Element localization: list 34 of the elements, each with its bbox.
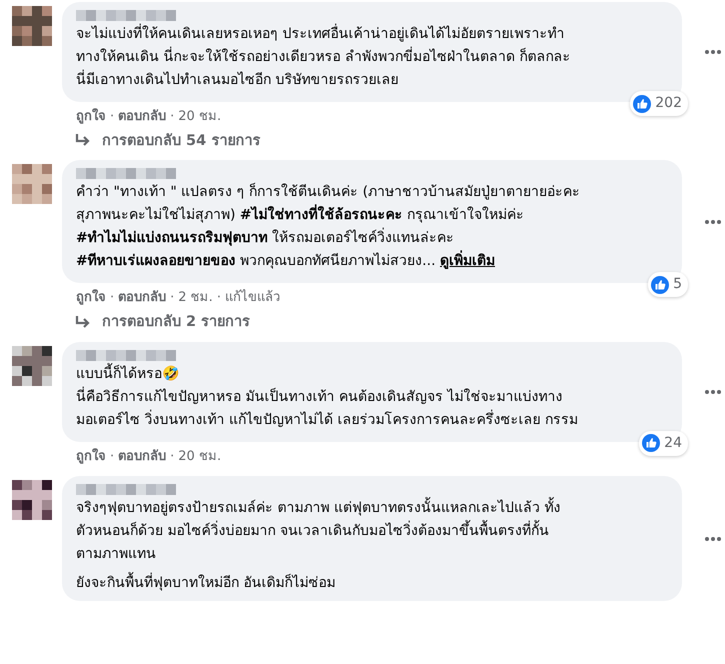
- separator-dot: ·: [110, 448, 114, 466]
- action-link[interactable]: ตอบกลับ: [118, 107, 166, 126]
- comment-text: จะไม่แบ่งที่ให้คนเดินเลยหรอเหอๆ ประเทศอื่นเค้าน่าอยู่เดินได้ไม่อัยตรายเพราะทำ ทางให้คนเดิน นี่กะจะให้ใช้รถอย่างเดียวหรอ ลำพังพวกขี่มอไซฝ่าในตลาด ก็ตลกละ นี่มีเอาทางเดินไปทำเลนมอไซอีก บริษัทขายรถรวยเลย: [76, 23, 670, 92]
- reaction-count[interactable]: 5: [648, 272, 688, 298]
- separator-dot: ·: [170, 108, 174, 126]
- separator-dot: ·: [170, 289, 174, 308]
- action-link[interactable]: ถูกใจ: [76, 446, 106, 466]
- view-replies-link[interactable]: การตอบกลับ 2 รายการ: [0, 308, 725, 340]
- more-options-icon[interactable]: [704, 388, 722, 394]
- timestamp: 20 ชม.: [178, 108, 222, 126]
- comment-text: แบบนี้ก็ได้หรอ🤣 นี่คือวิธีการแก้ไขปัญหาหรอ มันเป็นทางเท้า คนต้องเดินสัญจร ไม่ใช่จะมาแบ่งทาง มอเตอร์ไซ วิ่งบนทางเท้า แก้ไขปัญหาไม่ได้ เลยร่วมโครงการคนละครึ่งซะเลย กรรม: [76, 362, 670, 432]
- action-link[interactable]: ถูกใจ: [76, 107, 106, 126]
- timestamp: 20 ชม.: [178, 448, 222, 466]
- reaction-count[interactable]: 24: [639, 430, 688, 456]
- comment-text: จริงๆฟุตบาทอยู่ตรงป้ายรถเมล์ค่ะ ตามภาพ แต่ฟุตบาทตรงนั้นแหลกเละไปแล้ว ทั้ง ตัวหนอนก็ด้วย มอไซค์วิ่งบ่อยมาก จนเวลาเดินกับมอไซวิ่งต้องมาขึ้นพื้นตรงที่กั้น ตามภาพแทน: [76, 497, 670, 566]
- like-icon: [651, 276, 670, 294]
- like-icon: [642, 434, 660, 452]
- separator-dot: ·: [110, 289, 114, 308]
- more-options-icon[interactable]: [704, 49, 722, 55]
- separator-dot: ·: [216, 289, 221, 308]
- comment-text: คำว่า "ทางเท้า " แปลตรง ๆ ก็การใช้ตีนเดินค่ะ (ภาษาชาวบ้านสมัยปู่ยาตายายอ่ะคะ สุภาพนะคะไม่ใช่ไม่สุภาพ) #ไม่ใช่ทางที่ใช้ล้อรถนะคะ กรุณาเข้าใจใหม่ค่ะ #ทำไมไม่แบ่งถนนรถริมฟุตบาท ให้รถมอเตอร์ไซค์วิ่งแทนล่ะคะ #ทีหาบเร่แผงลอยขายของ พวกคุณบอกทัศนียภาพไม่สวยง... ดูเพิ่มเติม: [76, 182, 582, 272]
- separator-dot: ·: [170, 448, 174, 466]
- timestamp: 2 ชม.: [178, 289, 213, 308]
- action-link[interactable]: ตอบกลับ: [118, 446, 166, 466]
- action-link[interactable]: ตอบกลับ: [118, 288, 166, 308]
- like-icon: [633, 94, 652, 112]
- more-options-icon[interactable]: [704, 536, 722, 542]
- comment-text: ยังจะกินพื้นที่ฟุตบาทใหม่อีก อันเดิมก็ไม่ซ่อม: [76, 572, 670, 595]
- action-link[interactable]: ถูกใจ: [76, 288, 106, 308]
- view-replies-link[interactable]: การตอบกลับ 54 รายการ: [0, 126, 725, 158]
- separator-dot: ·: [110, 108, 114, 126]
- more-options-icon[interactable]: [704, 218, 722, 225]
- reaction-count[interactable]: 202: [630, 91, 688, 116]
- edited-label: แก้ไขแล้ว: [224, 288, 280, 308]
